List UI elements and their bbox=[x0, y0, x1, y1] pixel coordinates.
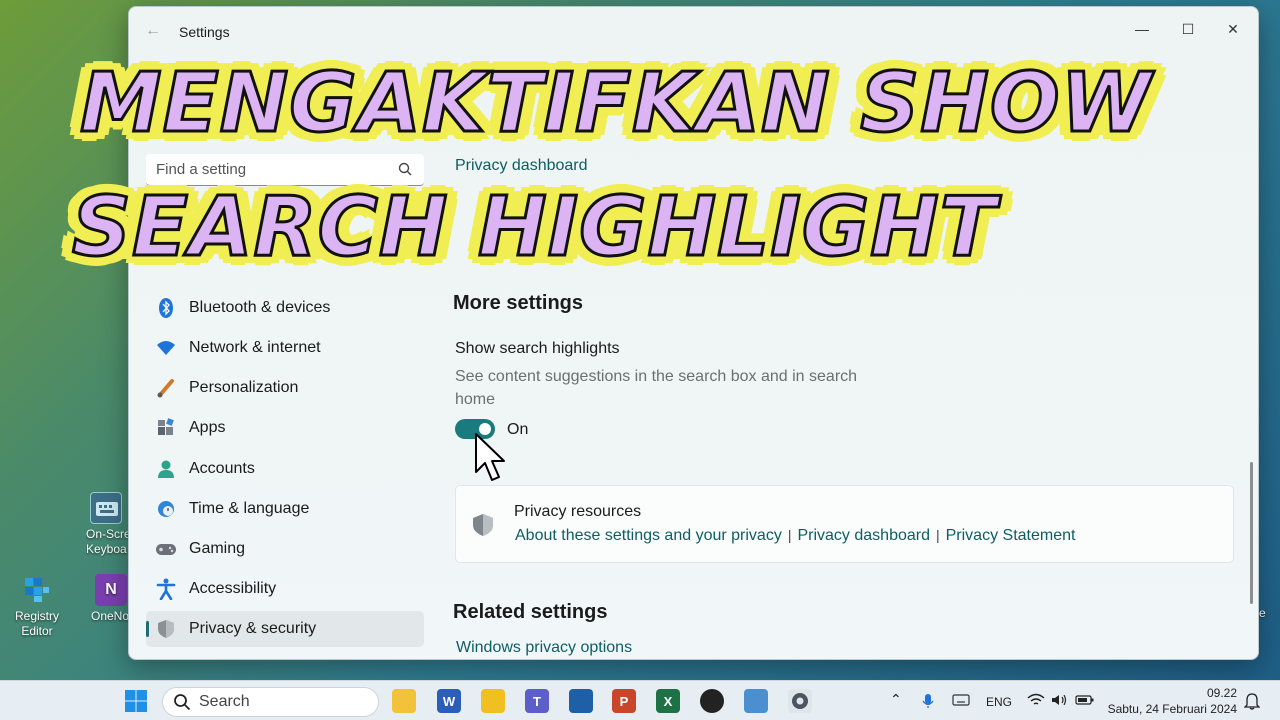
search-icon[interactable] bbox=[398, 162, 412, 181]
link-separator: | bbox=[935, 527, 940, 543]
battery-icon[interactable] bbox=[1075, 693, 1095, 710]
sidebar-item-label: Accounts bbox=[189, 460, 255, 477]
word-icon[interactable]: W bbox=[437, 689, 461, 713]
sidebar-item-label: Network & internet bbox=[189, 339, 321, 356]
speaker-icon[interactable] bbox=[1051, 693, 1069, 710]
wifi-icon[interactable] bbox=[1027, 693, 1045, 710]
wifi-icon bbox=[155, 337, 177, 359]
sidebar-item-bluetooth[interactable]: Bluetooth & devices bbox=[146, 290, 424, 326]
minimize-button[interactable]: — bbox=[1122, 15, 1162, 43]
close-button[interactable]: ✕ bbox=[1213, 15, 1253, 43]
start-button[interactable] bbox=[124, 689, 148, 713]
privacy-resources-title: Privacy resources bbox=[514, 503, 642, 520]
window-title: Settings bbox=[179, 24, 230, 40]
bluetooth-icon bbox=[155, 297, 177, 319]
sidebar-item-accounts[interactable]: Accounts bbox=[146, 451, 424, 487]
mouse-cursor-icon bbox=[474, 432, 508, 489]
clock-globe-icon bbox=[155, 498, 177, 520]
chevron-up-icon[interactable]: ⌃ bbox=[890, 691, 902, 708]
person-icon bbox=[155, 458, 177, 480]
clock-date: Sabtu, 24 Februari 2024 bbox=[1107, 702, 1237, 716]
sidebar-item-label: Apps bbox=[189, 419, 226, 436]
clock-time: 09.22 bbox=[1206, 686, 1237, 700]
keyboard-icon bbox=[90, 492, 122, 524]
search-icon bbox=[173, 693, 191, 711]
related-settings-heading: Related settings bbox=[453, 601, 608, 623]
about-settings-privacy-link[interactable]: About these settings and your privacy bbox=[515, 527, 782, 544]
privacy-dashboard-link[interactable]: Privacy dashboard bbox=[797, 527, 930, 544]
lock-app-icon[interactable] bbox=[481, 689, 505, 713]
notification-bell-icon[interactable] bbox=[1243, 692, 1261, 713]
sidebar-item-privacy-security[interactable]: Privacy & security bbox=[146, 611, 424, 647]
apps-icon bbox=[155, 417, 177, 439]
toggle-state-label: On bbox=[507, 421, 529, 438]
show-search-highlights-title: Show search highlights bbox=[455, 340, 620, 357]
microphone-icon[interactable] bbox=[922, 693, 934, 712]
settings-search-box[interactable] bbox=[146, 154, 424, 186]
sidebar-item-label: Time & language bbox=[189, 500, 310, 517]
keyboard-icon[interactable] bbox=[952, 693, 970, 710]
windows-privacy-options-link[interactable]: Windows privacy options bbox=[456, 639, 632, 657]
more-settings-heading: More settings bbox=[453, 292, 584, 314]
sidebar-item-gaming[interactable]: Gaming bbox=[146, 531, 424, 567]
desktop-icon-label: Registry Editor bbox=[14, 609, 59, 638]
snipping-tool-icon[interactable] bbox=[744, 689, 768, 713]
settings-search-input[interactable] bbox=[146, 154, 376, 184]
registry-icon bbox=[21, 574, 53, 606]
sidebar-item-time-language[interactable]: Time & language bbox=[146, 491, 424, 527]
sidebar-item-label: Privacy & security bbox=[189, 620, 317, 637]
sidebar-item-accessibility[interactable]: Accessibility bbox=[146, 571, 424, 607]
shield-icon bbox=[472, 513, 494, 542]
sidebar-item-apps[interactable]: Apps bbox=[146, 410, 424, 446]
sidebar-item-label: Accessibility bbox=[189, 580, 277, 597]
taskbar-clock[interactable]: 09.22 Sabtu, 24 Februari 2024 bbox=[1108, 685, 1237, 717]
desktop-edge-label: e bbox=[1259, 606, 1266, 620]
sidebar-item-label: Gaming bbox=[189, 540, 246, 557]
title-bar: ← Settings — ☐ ✕ bbox=[129, 7, 1258, 55]
teams-icon[interactable]: T bbox=[525, 689, 549, 713]
shield-icon bbox=[155, 618, 177, 640]
desktop-icon-registry-editor[interactable]: Registry Editor bbox=[1, 574, 73, 639]
sidebar-item-label: Personalization bbox=[189, 379, 299, 396]
settings-gear-icon[interactable] bbox=[788, 689, 812, 713]
taskbar-search-label: Search bbox=[199, 693, 250, 710]
excel-icon[interactable]: X bbox=[656, 689, 680, 713]
powerpoint-icon[interactable]: P bbox=[612, 689, 636, 713]
windows-logo-icon bbox=[125, 690, 147, 712]
settings-window: ← Settings — ☐ ✕ Bluetooth & devices Net… bbox=[128, 6, 1259, 660]
privacy-resources-links: About these settings and your privacy | Pr… bbox=[515, 527, 1075, 545]
scrollbar[interactable] bbox=[1250, 462, 1253, 604]
language-indicator[interactable]: ENG bbox=[986, 695, 1012, 709]
accessibility-icon bbox=[155, 578, 177, 600]
taskbar-search-box[interactable]: Search bbox=[162, 687, 379, 717]
file-explorer-icon[interactable] bbox=[392, 689, 416, 713]
onenote-icon: N bbox=[95, 574, 127, 606]
privacy-resources-card: Privacy resources About these settings a… bbox=[455, 485, 1234, 563]
taskbar: Search W T P X ⌃ ENG 09.22 Sabtu, 24 Feb… bbox=[0, 680, 1280, 720]
store-icon[interactable] bbox=[569, 689, 593, 713]
back-arrow-icon[interactable]: ← bbox=[145, 22, 161, 40]
link-separator: | bbox=[787, 527, 792, 543]
sidebar-item-network[interactable]: Network & internet bbox=[146, 330, 424, 366]
obs-icon[interactable] bbox=[700, 689, 724, 713]
gamepad-icon bbox=[155, 538, 177, 560]
privacy-statement-link[interactable]: Privacy Statement bbox=[946, 527, 1076, 544]
brush-icon bbox=[155, 377, 177, 399]
sidebar-item-personalization[interactable]: Personalization bbox=[146, 370, 424, 406]
show-search-highlights-description: See content suggestions in the search bo… bbox=[455, 368, 858, 408]
privacy-dashboard-top-link[interactable]: Privacy dashboard bbox=[455, 157, 588, 175]
maximize-button[interactable]: ☐ bbox=[1168, 15, 1208, 43]
sidebar-item-label: Bluetooth & devices bbox=[189, 299, 331, 316]
